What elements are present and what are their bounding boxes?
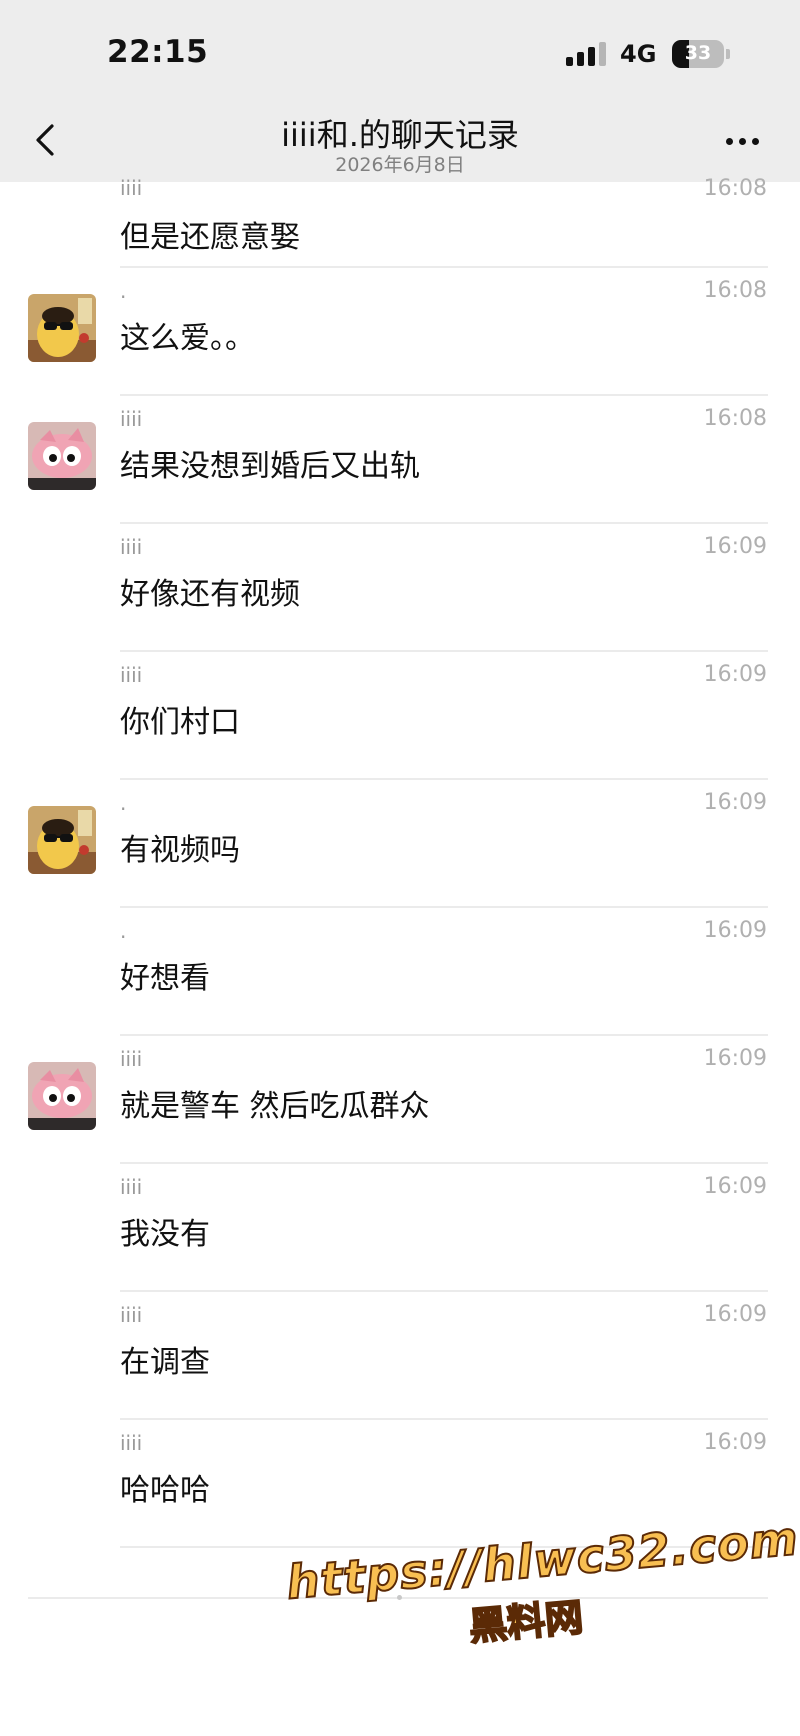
- message-sender: .: [120, 919, 127, 943]
- avatar[interactable]: [28, 1062, 96, 1130]
- message-sender: .: [120, 791, 127, 815]
- message-text: 但是还愿意娶: [120, 220, 300, 255]
- more-icon-dot: [739, 138, 746, 145]
- chat-date: 2026年6月8日: [335, 154, 465, 176]
- message-text: 有视频吗: [120, 833, 240, 868]
- message-text: 这么爱。。: [120, 321, 255, 356]
- message-sender: iiii: [120, 535, 143, 559]
- message-item[interactable]: iiii 16:08 但是还愿意娶: [0, 176, 800, 268]
- battery-cap: [726, 49, 730, 59]
- avatar[interactable]: [28, 294, 96, 362]
- more-button[interactable]: [718, 120, 768, 160]
- message-item[interactable]: . 16:09 好想看: [0, 908, 800, 1036]
- message-time: 16:09: [703, 662, 767, 687]
- message-time: 16:09: [703, 790, 767, 815]
- message-time: 16:09: [703, 918, 767, 943]
- message-sender: iiii: [120, 1175, 143, 1199]
- message-time: 16:08: [703, 176, 767, 201]
- message-time: 16:08: [703, 406, 767, 431]
- message-list[interactable]: iiii 16:08 但是还愿意娶. 16:08 这么爱。。 iiii 16:08 结果没想到…: [0, 176, 800, 1548]
- message-item[interactable]: iiii 16:09 就是警车 然后吃瓜群众: [0, 1036, 800, 1164]
- message-time: 16:09: [703, 1302, 767, 1327]
- message-text: 好像还有视频: [120, 577, 300, 612]
- message-sender: iiii: [120, 663, 143, 687]
- battery-percent: 33: [684, 42, 712, 64]
- battery-icon: 33: [672, 40, 724, 68]
- more-icon-dot: [752, 138, 759, 145]
- message-text: 你们村口: [120, 705, 240, 740]
- message-sender: iiii: [120, 1303, 143, 1327]
- message-time: 16:09: [703, 534, 767, 559]
- message-time: 16:09: [703, 1046, 767, 1071]
- message-time: 16:08: [703, 278, 767, 303]
- message-item[interactable]: iiii 16:09 你们村口: [0, 652, 800, 780]
- nav-bar: iiii和.的聊天记录 2026年6月8日: [0, 100, 800, 182]
- status-time: 22:15: [107, 34, 209, 70]
- message-time: 16:09: [703, 1430, 767, 1455]
- message-item[interactable]: iiii 16:09 我没有: [0, 1164, 800, 1292]
- avatar[interactable]: [28, 806, 96, 874]
- message-text: 哈哈哈: [120, 1473, 210, 1508]
- message-sender: iiii: [120, 1431, 143, 1455]
- message-time: 16:09: [703, 1174, 767, 1199]
- message-text: 我没有: [120, 1217, 210, 1252]
- message-sender: iiii: [120, 1047, 143, 1071]
- signal-strength-icon: [566, 42, 608, 66]
- message-sender: .: [120, 279, 127, 303]
- message-text: 好想看: [120, 961, 210, 996]
- more-icon: [726, 138, 733, 145]
- message-sender: iiii: [120, 407, 143, 431]
- message-item[interactable]: iiii 16:09 好像还有视频: [0, 524, 800, 652]
- avatar[interactable]: [28, 422, 96, 490]
- message-text: 在调查: [120, 1345, 210, 1380]
- status-bar: 22:15 4G 33: [0, 0, 800, 100]
- message-item[interactable]: iiii 16:09 在调查: [0, 1292, 800, 1420]
- message-text: 结果没想到婚后又出轨: [120, 449, 420, 484]
- network-type: 4G: [620, 40, 657, 68]
- message-item[interactable]: . 16:09 有视频吗: [0, 780, 800, 908]
- message-text: 就是警车 然后吃瓜群众: [120, 1089, 430, 1124]
- message-item[interactable]: . 16:08 这么爱。。: [0, 268, 800, 396]
- message-sender: iiii: [120, 176, 143, 200]
- message-item[interactable]: iiii 16:08 结果没想到婚后又出轨: [0, 396, 800, 524]
